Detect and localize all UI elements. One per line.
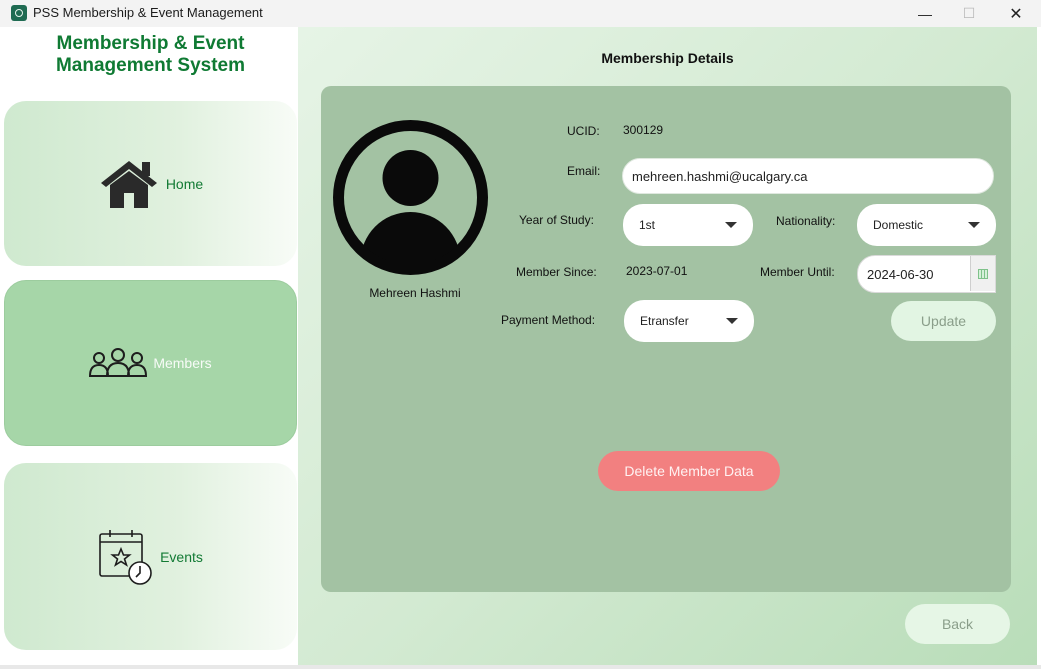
chevron-down-icon bbox=[726, 318, 738, 324]
sidebar-item-members[interactable]: Members bbox=[4, 280, 297, 446]
year-of-study-value: 1st bbox=[639, 218, 656, 232]
maximize-button[interactable]: ☐ bbox=[946, 0, 992, 27]
member-since-label: Member Since: bbox=[516, 265, 597, 279]
main-content: Membership Details Mehreen Hashmi UCID: … bbox=[298, 27, 1037, 665]
ucid-label: UCID: bbox=[567, 124, 600, 138]
member-until-label: Member Until: bbox=[760, 265, 835, 279]
nationality-value: Domestic bbox=[873, 218, 924, 232]
update-button[interactable]: Update bbox=[891, 301, 996, 341]
app-heading: Membership & Event Management System bbox=[3, 33, 298, 77]
member-name: Mehreen Hashmi bbox=[369, 286, 461, 300]
member-since-value: 2023-07-01 bbox=[626, 264, 688, 278]
chevron-down-icon bbox=[968, 222, 980, 228]
sidebar-item-events[interactable]: Events bbox=[4, 463, 297, 650]
people-group-icon bbox=[89, 347, 148, 379]
payment-method-value: Etransfer bbox=[640, 314, 689, 328]
title-bar: PSS Membership & Event Management — ☐ ✕ bbox=[0, 0, 1041, 27]
nationality-label: Nationality: bbox=[776, 214, 836, 228]
chevron-down-icon bbox=[725, 222, 737, 228]
payment-method-select[interactable]: Etransfer bbox=[624, 300, 754, 342]
window-bottom-edge bbox=[0, 665, 1041, 669]
page-title: Membership Details bbox=[601, 50, 734, 66]
calendar-icon bbox=[978, 268, 988, 279]
window-title: PSS Membership & Event Management bbox=[33, 5, 263, 20]
date-picker-button[interactable] bbox=[970, 256, 995, 291]
sidebar-item-label: Events bbox=[160, 548, 203, 565]
house-icon bbox=[98, 159, 160, 209]
year-of-study-select[interactable]: 1st bbox=[623, 204, 753, 246]
sidebar-item-label: Home bbox=[165, 175, 204, 192]
minimize-button[interactable]: — bbox=[902, 0, 948, 27]
nationality-select[interactable]: Domestic bbox=[857, 204, 996, 246]
delete-member-button[interactable]: Delete Member Data bbox=[598, 451, 780, 491]
app-heading-line2: Management System bbox=[55, 55, 245, 76]
ucid-value: 300129 bbox=[623, 123, 664, 137]
year-of-study-label: Year of Study: bbox=[519, 213, 594, 227]
sidebar-item-label: Members bbox=[153, 355, 212, 371]
close-button[interactable]: ✕ bbox=[993, 0, 1039, 27]
email-label: Email: bbox=[567, 164, 601, 178]
payment-method-label: Payment Method: bbox=[501, 313, 596, 327]
back-button[interactable]: Back bbox=[905, 604, 1010, 644]
member-details-panel: Mehreen Hashmi UCID: 300129 Email: mehre… bbox=[321, 86, 1011, 592]
sidebar: Membership & Event Management System Hom… bbox=[3, 27, 298, 665]
app-heading-line1: Membership & Event bbox=[56, 33, 245, 54]
app-logo-icon bbox=[11, 5, 27, 21]
sidebar-item-home[interactable]: Home bbox=[4, 101, 297, 266]
calendar-clock-icon bbox=[98, 528, 154, 586]
email-field[interactable]: mehreen.hashmi@ucalgary.ca bbox=[622, 158, 994, 194]
user-avatar-icon bbox=[333, 120, 488, 275]
